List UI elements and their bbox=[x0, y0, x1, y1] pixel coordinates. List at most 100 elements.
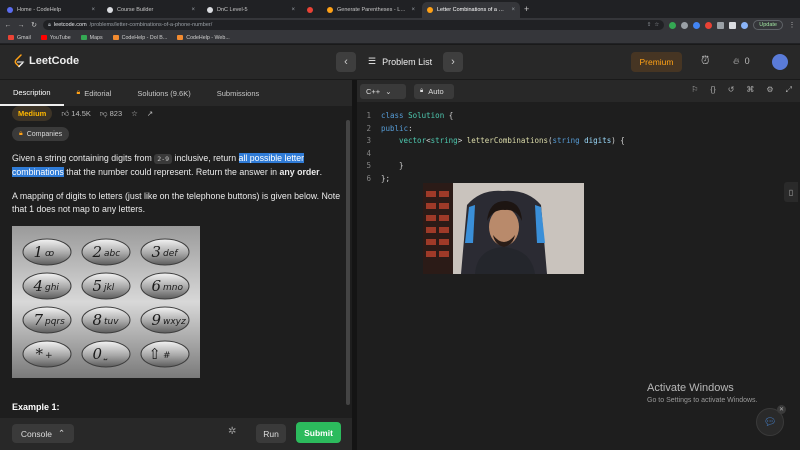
puzzle-icon[interactable] bbox=[717, 21, 725, 29]
companies-button[interactable]: 🔒︎ Companies bbox=[12, 127, 70, 141]
problem-description: Given a string containing digits from 2-… bbox=[12, 153, 323, 177]
description-scrollbar[interactable] bbox=[346, 120, 350, 405]
code-line: 5} bbox=[366, 161, 404, 170]
browser-tab[interactable] bbox=[302, 2, 320, 18]
star-icon[interactable]: ☆ bbox=[654, 22, 659, 28]
editor-tool-icons: ⚐ {} ↺ ⌘ ⚙ ⤢ bbox=[691, 85, 792, 95]
keypad-letters: abc bbox=[104, 249, 120, 259]
like-button[interactable]: 👍︎ 14.5K bbox=[61, 109, 91, 119]
sidebar-icon[interactable] bbox=[729, 21, 737, 29]
editor-toolbar: C++ ⌄ 🔒︎ Auto ⚐ {} ↺ ⌘ ⚙ ⤢ bbox=[357, 80, 800, 102]
bookmark-gmail[interactable]: Gmail bbox=[8, 35, 31, 41]
menu-dots-icon[interactable]: ⋮ bbox=[788, 21, 796, 29]
bookmark-icon[interactable]: ⚐ bbox=[691, 85, 698, 95]
share-icon[interactable]: ↗ bbox=[147, 109, 153, 118]
code-line: 1 class Solution { bbox=[366, 111, 454, 120]
chevron-down-icon: ⌄ bbox=[385, 87, 392, 96]
alarm-icon[interactable]: ⏰︎ bbox=[701, 55, 710, 68]
tab-solutions[interactable]: Solutions (9.6K) bbox=[124, 80, 203, 106]
autocomplete-mode-toggle[interactable]: 🔒︎ Auto bbox=[414, 84, 454, 99]
shortcut-icon[interactable]: ⌘ bbox=[746, 85, 754, 95]
close-icon[interactable]: × bbox=[91, 7, 95, 13]
youtube-icon bbox=[40, 35, 47, 40]
tab-submissions[interactable]: Submissions bbox=[204, 80, 273, 106]
reload-icon[interactable]: ↻ bbox=[30, 21, 38, 29]
extension-icon[interactable] bbox=[669, 21, 677, 29]
premium-button[interactable]: Premium bbox=[631, 52, 682, 72]
keypad-letters: tuv bbox=[104, 317, 119, 327]
brand-name: LeetCode bbox=[29, 55, 80, 67]
console-button[interactable]: Console ⌃ bbox=[12, 424, 74, 443]
browser-tab[interactable]: Home - CodeHelp × bbox=[2, 2, 100, 18]
back-icon[interactable]: ← bbox=[4, 22, 12, 29]
keypad-letters: pqrs bbox=[44, 317, 65, 327]
tab-editorial[interactable]: 🔒︎ Editorial bbox=[64, 80, 125, 106]
tab-label: Letter Combinations of a Phon bbox=[437, 7, 508, 13]
extension-icon[interactable] bbox=[693, 21, 701, 29]
bookmark-maps[interactable]: Maps bbox=[80, 35, 103, 41]
keypad-letters: ꝏ bbox=[45, 249, 54, 259]
keypad-digit: 6 bbox=[151, 277, 161, 295]
keypad-key: 1ꝏ bbox=[22, 238, 72, 266]
avatar[interactable] bbox=[772, 54, 788, 70]
code-line: 4 bbox=[366, 148, 371, 158]
keypad-letters: wxyz bbox=[163, 317, 186, 327]
telephone-keypad-image: 1 ꝏ 2 abc 3 def4 ghi 5 jkl 6 mno7 pqrs 8 tuv 9 wxyz* +0 ⎵… bbox=[12, 226, 200, 378]
chevron-left-icon: ‹ bbox=[344, 56, 348, 68]
document-icon[interactable]: ▯ bbox=[784, 182, 798, 202]
prev-problem-button[interactable]: ‹ bbox=[336, 52, 356, 72]
keypad-digit: 8 bbox=[92, 311, 102, 329]
next-problem-button[interactable]: › bbox=[443, 52, 463, 72]
new-tab-icon[interactable]: + bbox=[524, 4, 529, 14]
bookmark-codehelp-2[interactable]: CodeHelp - Web... bbox=[177, 35, 230, 41]
tab-favicon-icon bbox=[207, 7, 213, 13]
run-button[interactable]: Run bbox=[256, 424, 286, 443]
browser-tab[interactable]: Letter Combinations of a Phon × bbox=[422, 2, 520, 18]
streak-counter[interactable]: 🔥︎ 0 bbox=[733, 56, 750, 67]
code-editor[interactable]: 1 class Solution { 2 public: 3 vector<strin… bbox=[357, 110, 797, 185]
thumbs-down-icon: 👎︎ bbox=[99, 108, 108, 118]
dislike-button[interactable]: 👎︎ 823 bbox=[100, 109, 122, 119]
share-icon[interactable]: ⇪ bbox=[647, 22, 652, 28]
leetcode-navbar: LeetCode ‹ ☰ Problem List › Premium ⏰︎ 🔥… bbox=[0, 45, 800, 79]
braces-icon[interactable]: {} bbox=[710, 85, 715, 95]
star-icon[interactable]: ☆ bbox=[131, 109, 138, 118]
tab-label: DnC Level-5 bbox=[217, 7, 248, 13]
keypad-digit: 9 bbox=[151, 311, 161, 329]
url-input[interactable]: 🔒︎ leetcode.com/problems/letter-combinat… bbox=[43, 20, 665, 30]
profile-icon[interactable] bbox=[741, 21, 749, 29]
settings-icon[interactable]: ⚙ bbox=[766, 85, 773, 95]
leetcode-logo[interactable]: LeetCode bbox=[13, 54, 79, 68]
tab-description[interactable]: Description bbox=[0, 80, 64, 106]
list-icon: ☰ bbox=[368, 56, 377, 66]
keypad-digit: 5 bbox=[92, 277, 102, 295]
windows-activation-watermark: Activate Windows Go to Settings to activ… bbox=[647, 382, 758, 404]
language-select[interactable]: C++ ⌄ bbox=[360, 84, 406, 99]
keypad-digit: 7 bbox=[33, 311, 43, 329]
submit-button[interactable]: Submit bbox=[296, 422, 341, 443]
close-icon[interactable]: × bbox=[411, 7, 415, 13]
close-icon[interactable]: ✕ bbox=[777, 405, 786, 414]
extension-icon[interactable] bbox=[705, 21, 713, 29]
fullscreen-icon[interactable]: ⤢ bbox=[786, 85, 792, 95]
fire-icon: 🔥︎ bbox=[733, 56, 740, 66]
reset-icon[interactable]: ↺ bbox=[728, 85, 735, 95]
close-icon[interactable]: × bbox=[191, 7, 195, 13]
browser-tab[interactable]: DnC Level-5 × bbox=[202, 2, 300, 18]
browser-tab[interactable]: Course Builder × bbox=[102, 2, 200, 18]
browser-tab[interactable]: Generate Parentheses - LeetC × bbox=[322, 2, 420, 18]
problem-list-button[interactable]: ☰ Problem List bbox=[368, 56, 432, 67]
bug-icon[interactable]: ✲ bbox=[228, 426, 236, 437]
keypad-key: ⇧ # bbox=[140, 340, 190, 368]
close-icon[interactable]: × bbox=[291, 7, 295, 13]
update-button[interactable]: Update bbox=[753, 20, 783, 30]
forward-icon[interactable]: → bbox=[17, 22, 25, 29]
bookmark-codehelp-1[interactable]: CodeHelp - Dol B... bbox=[112, 35, 167, 41]
bookmark-youtube[interactable]: YouTube bbox=[40, 35, 71, 41]
close-icon[interactable]: × bbox=[511, 7, 515, 13]
keypad-key: 7 pqrs bbox=[22, 306, 72, 334]
keypad-key: 4 ghi bbox=[22, 272, 72, 300]
keypad-key: 9 wxyz bbox=[140, 306, 190, 334]
keypad-digit: 3 bbox=[151, 243, 161, 261]
extension-icon[interactable] bbox=[681, 21, 689, 29]
